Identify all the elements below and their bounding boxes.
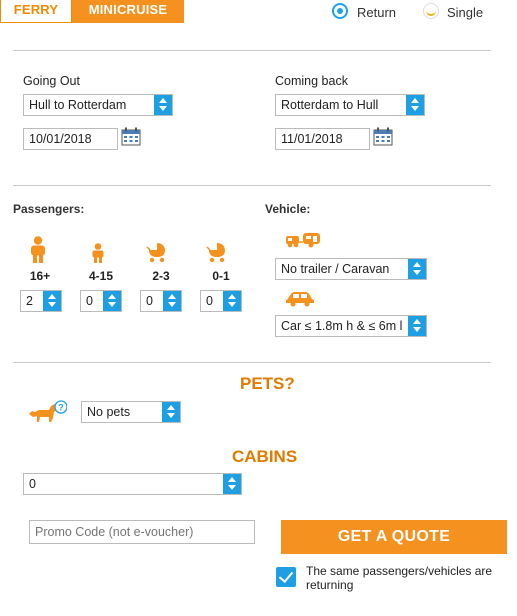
return-radio-label: Return <box>357 5 397 20</box>
toddler-count-select[interactable]: 0 <box>140 290 182 312</box>
vehicle-title: Vehicle: <box>265 202 311 216</box>
age-label-child: 4-15 <box>88 269 114 283</box>
pets-value: No pets <box>87 405 131 419</box>
select-arrows-icon <box>163 291 181 311</box>
tab-minicruise[interactable]: MINICRUISE <box>72 0 184 23</box>
passengers-title: Passengers: <box>13 202 85 216</box>
age-label-adult: 16+ <box>29 269 51 283</box>
tab-ferry[interactable]: FERRY <box>0 0 72 23</box>
select-arrows-icon <box>43 291 61 311</box>
cabins-heading: CABINS <box>232 447 298 466</box>
car-icon <box>286 292 314 307</box>
svg-text:?: ? <box>58 403 64 413</box>
calendar-icon[interactable] <box>121 127 141 146</box>
pets-heading: PETS? <box>240 374 295 393</box>
calendar-icon[interactable] <box>373 127 393 146</box>
child-count-value: 0 <box>86 294 93 308</box>
going-out-route-value: Hull to Rotterdam <box>29 98 127 112</box>
divider <box>13 362 491 363</box>
coming-back-date-input[interactable] <box>275 128 370 150</box>
select-arrows-icon <box>103 291 121 311</box>
pram-icon <box>206 243 225 263</box>
coming-back-route-select[interactable]: Rotterdam to Hull <box>275 94 425 116</box>
promo-code-input[interactable] <box>29 520 255 544</box>
trailer-select[interactable]: No trailer / Caravan <box>275 258 427 280</box>
cabins-select[interactable]: 0 <box>23 473 242 495</box>
select-arrows-icon <box>223 474 241 494</box>
select-arrows-icon <box>223 291 241 311</box>
adult-count-select[interactable]: 2 <box>20 290 62 312</box>
going-out-date-input[interactable] <box>23 128 118 150</box>
age-label-infant: 0-1 <box>212 269 230 283</box>
age-label-toddler: 2-3 <box>152 269 170 283</box>
same-returning-checkbox[interactable] <box>276 567 296 587</box>
coming-back-route-value: Rotterdam to Hull <box>281 98 379 112</box>
single-radio[interactable] <box>423 3 439 19</box>
same-returning-label: The same passengers/vehicles are returni… <box>306 564 493 592</box>
select-arrows-icon <box>406 95 424 115</box>
going-out-route-select[interactable]: Hull to Rotterdam <box>23 94 173 116</box>
return-radio[interactable] <box>332 3 348 19</box>
going-out-label: Going Out <box>23 74 80 88</box>
child-count-select[interactable]: 0 <box>80 290 122 312</box>
pets-select[interactable]: No pets <box>81 401 181 423</box>
single-radio-label: Single <box>447 5 484 20</box>
infant-count-value: 0 <box>206 294 213 308</box>
select-arrows-icon <box>408 259 426 279</box>
trailer-value: No trailer / Caravan <box>281 262 390 276</box>
infant-count-select[interactable]: 0 <box>200 290 242 312</box>
adult-icon <box>31 236 45 263</box>
get-a-quote-button[interactable]: GET A QUOTE <box>281 520 507 554</box>
divider <box>13 50 491 51</box>
dog-icon: ? <box>29 400 67 422</box>
pram-icon <box>146 243 165 263</box>
divider <box>13 185 491 186</box>
toddler-count-value: 0 <box>146 294 153 308</box>
coming-back-label: Coming back <box>275 74 348 88</box>
select-arrows-icon <box>408 316 426 336</box>
select-arrows-icon <box>162 402 180 422</box>
adult-count-value: 2 <box>26 294 33 308</box>
vehicle-size-value: Car ≤ 1.8m h & ≤ 6m l <box>281 319 403 333</box>
caravan-icon <box>286 233 320 248</box>
select-arrows-icon <box>154 95 172 115</box>
cabins-value: 0 <box>29 477 36 491</box>
vehicle-size-select[interactable]: Car ≤ 1.8m h & ≤ 6m l <box>275 315 427 337</box>
child-icon <box>92 243 104 263</box>
